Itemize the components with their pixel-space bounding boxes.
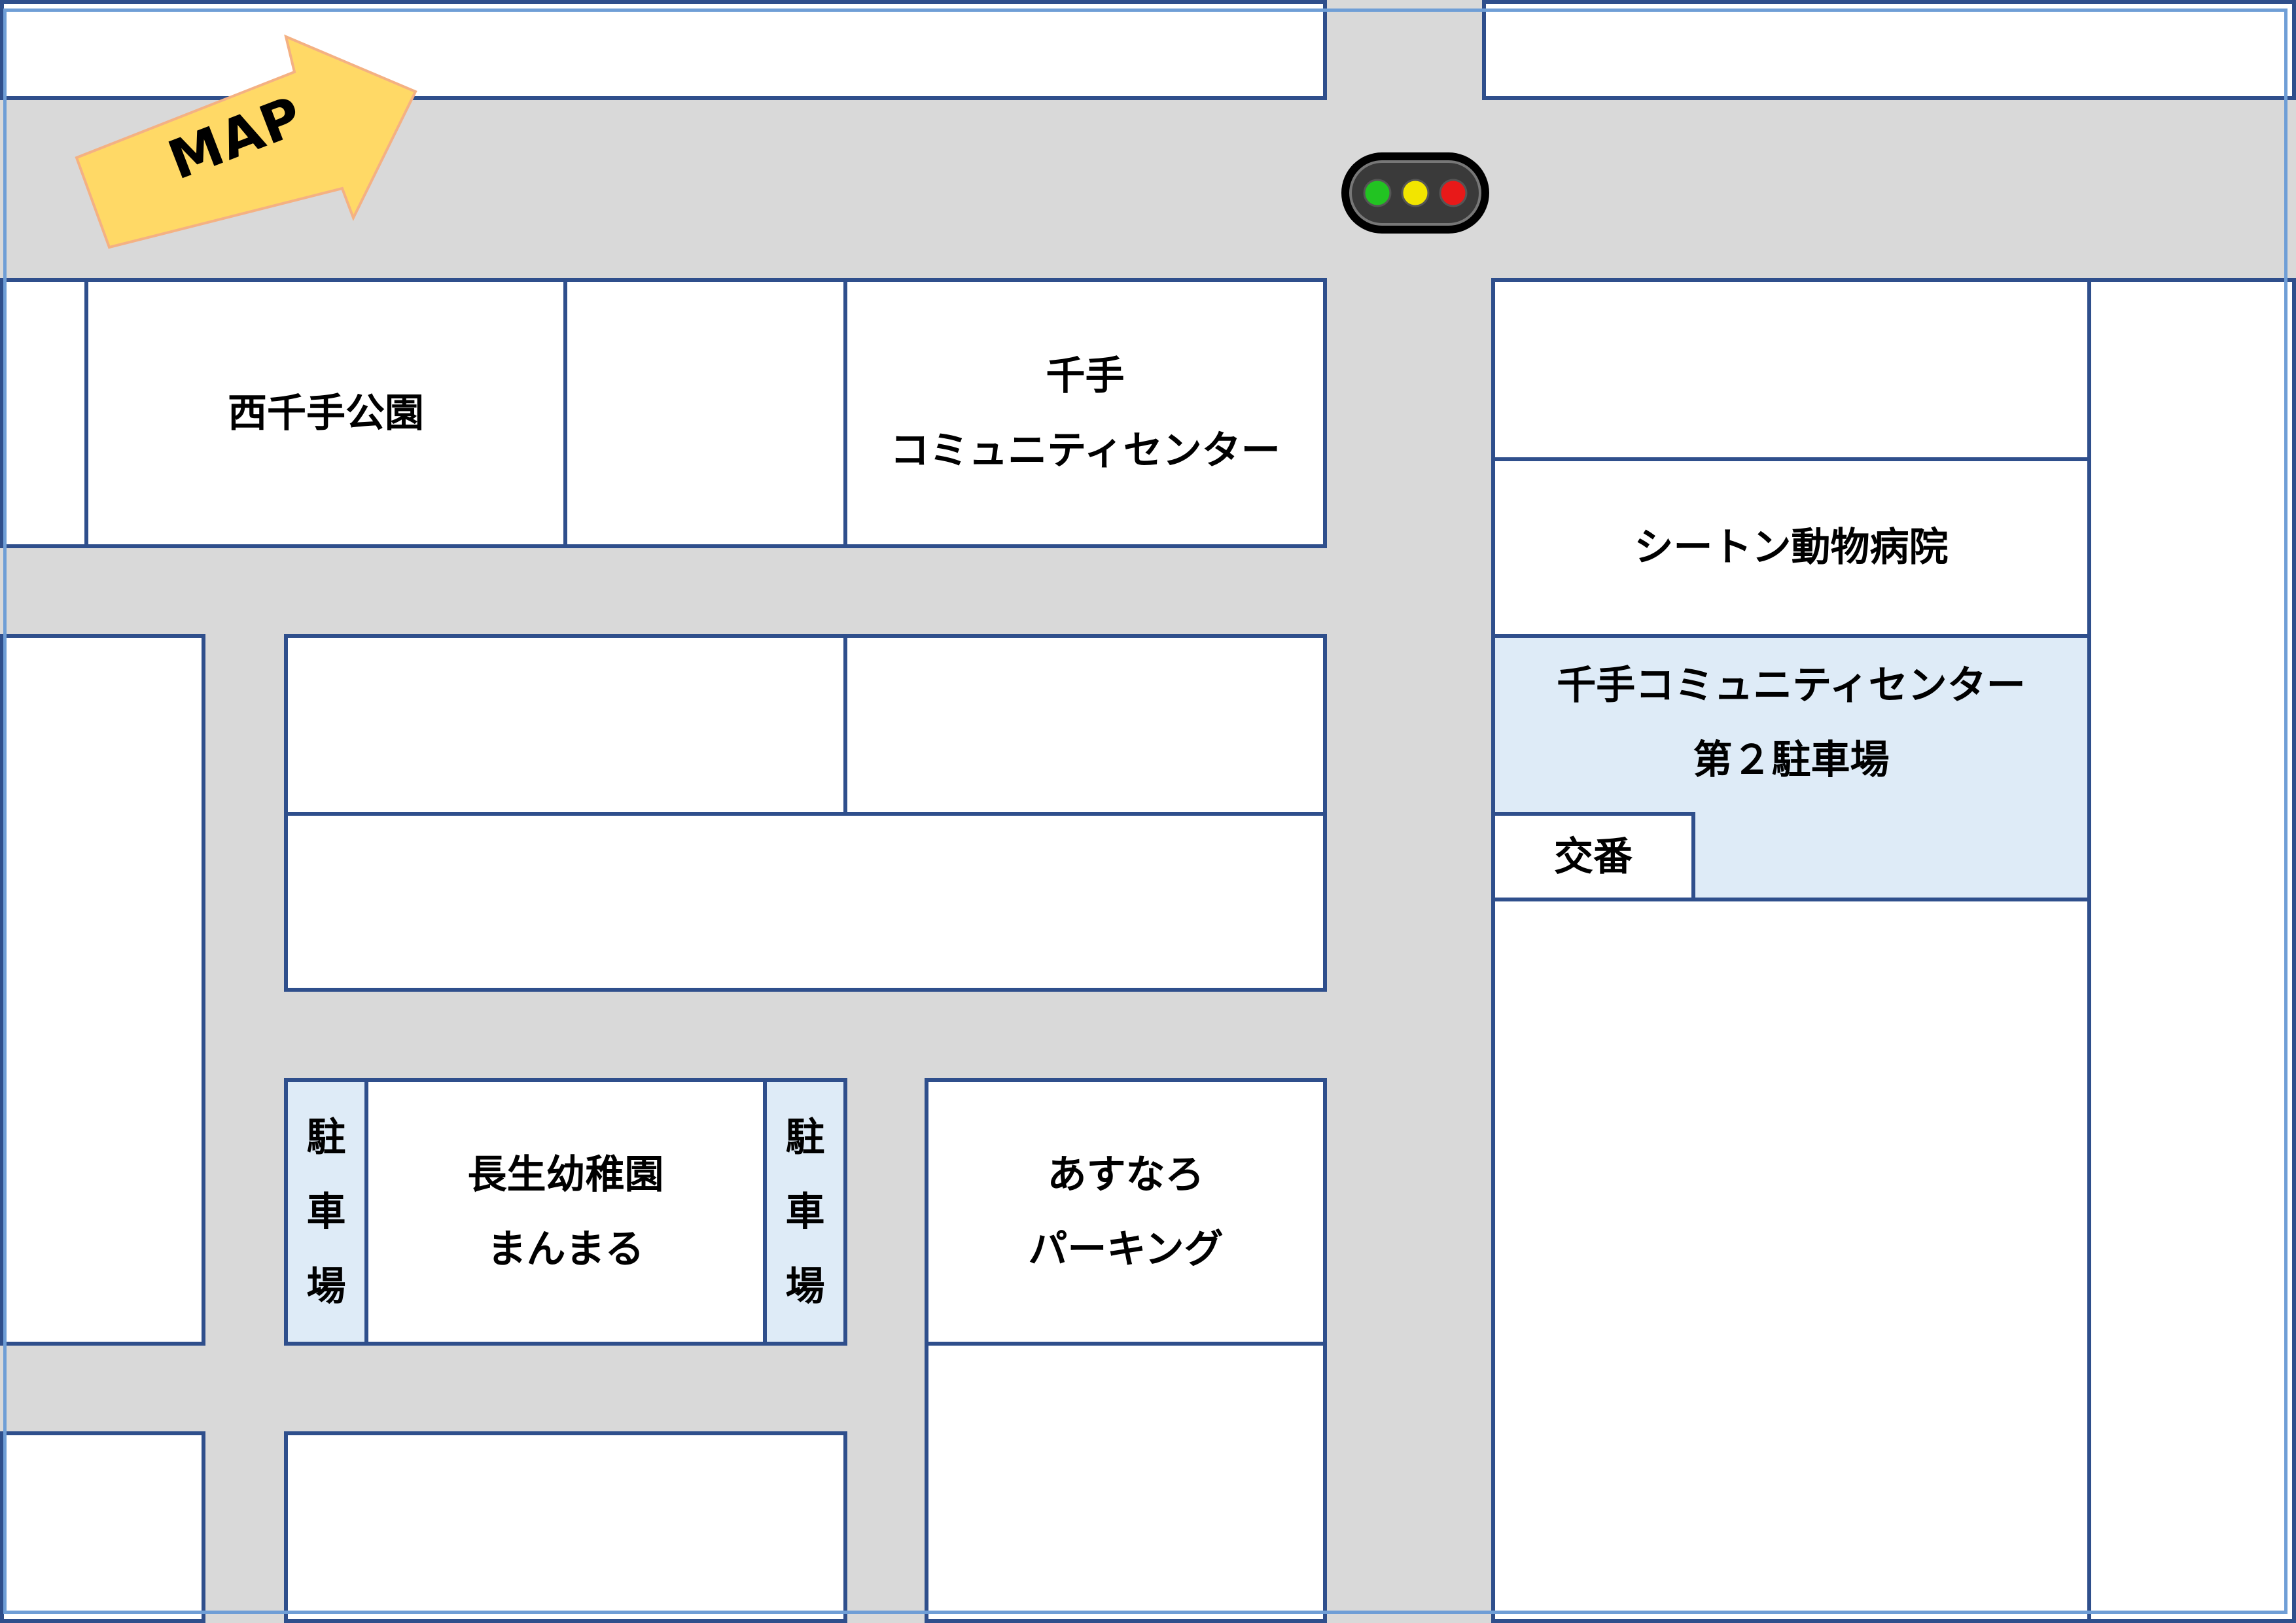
label-kindergarten: 長生幼稚園 まんまる xyxy=(467,1151,664,1272)
street-map: 西千手公園 千手 コミュニティセンター シートン動物病院 千手コミュニティセンタ… xyxy=(0,0,2296,1623)
block-mid-a xyxy=(284,634,847,816)
block-bottom-mid xyxy=(284,1431,847,1623)
label-parking-2: 千手コミュニティセンター 第２駐車場 xyxy=(1557,663,2026,783)
block-right-top xyxy=(1491,278,2091,461)
block-top-right xyxy=(1482,0,2296,100)
block-edge-left xyxy=(0,278,88,548)
block-far-right xyxy=(2087,278,2296,1623)
label-asunaro-parking: あすなろ パーキング xyxy=(1028,1151,1224,1272)
block-mid-wide xyxy=(284,812,1327,992)
label-animal-hospital: シートン動物病院 xyxy=(1634,525,1949,570)
block-left-long xyxy=(0,634,205,1346)
signal-light-red xyxy=(1439,179,1468,207)
signal-light-yellow xyxy=(1401,179,1430,207)
block-asunaro-below xyxy=(925,1342,1327,1623)
label-police-box: 交番 xyxy=(1554,833,1633,880)
label-community-center: 千手 コミュニティセンター xyxy=(890,353,1280,474)
label-parking-left: 駐 車 場 xyxy=(306,1114,346,1310)
label-parking-right: 駐 車 場 xyxy=(785,1114,825,1310)
block-mid-b xyxy=(843,634,1327,816)
block-unnamed-1 xyxy=(563,278,847,548)
signal-light-green xyxy=(1363,179,1392,207)
block-left-bottom xyxy=(0,1431,205,1623)
block-right-bottom xyxy=(1491,898,2091,1623)
traffic-signal-icon xyxy=(1341,152,1489,234)
label-park: 西千手公園 xyxy=(228,390,424,436)
